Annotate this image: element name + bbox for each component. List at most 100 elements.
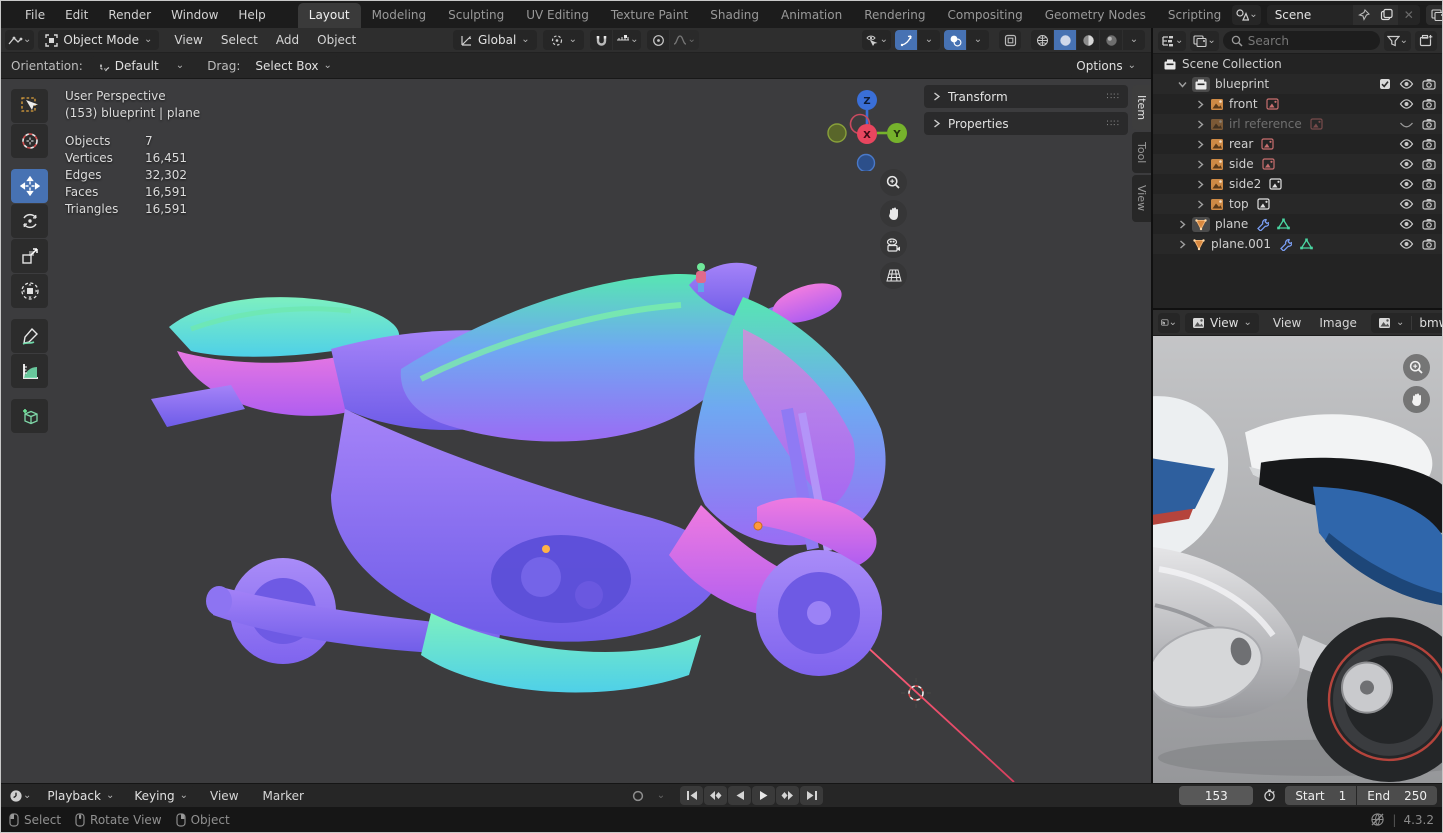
outliner-item-top[interactable]: top xyxy=(1153,194,1442,214)
topbar-menu-edit[interactable]: Edit xyxy=(55,5,98,25)
mode-selector[interactable]: Object Mode xyxy=(38,30,160,50)
measure-tool[interactable] xyxy=(11,354,48,388)
chevron-right-icon[interactable] xyxy=(1195,99,1206,110)
pivot-point-selector[interactable] xyxy=(542,30,585,50)
next-keyframe-button[interactable] xyxy=(776,786,799,805)
workspace-tab-scripting[interactable]: Scripting xyxy=(1157,3,1232,28)
xray-toggle[interactable] xyxy=(999,30,1021,50)
chevron-down-icon[interactable] xyxy=(1177,79,1188,90)
eye-open-icon[interactable] xyxy=(1399,218,1414,230)
gizmo-dropdown[interactable] xyxy=(918,30,940,50)
cursor-tool[interactable] xyxy=(11,124,48,158)
workspace-tab-modeling[interactable]: Modeling xyxy=(361,3,438,28)
move-tool[interactable] xyxy=(11,169,48,203)
keying-menu[interactable]: Keying xyxy=(127,785,196,806)
transform-orientation-selector[interactable]: Global xyxy=(453,30,537,50)
collection-checkbox[interactable] xyxy=(1379,78,1391,90)
outliner-item-blueprint[interactable]: blueprint xyxy=(1153,74,1442,94)
shading-rendered-button[interactable] xyxy=(1100,30,1122,50)
zoom-button[interactable] xyxy=(1403,354,1430,381)
timeline-view-menu[interactable]: View xyxy=(201,786,247,806)
outliner-item-front[interactable]: front xyxy=(1153,94,1442,114)
new-collection-button[interactable] xyxy=(1415,30,1437,51)
editor-type-button[interactable] xyxy=(5,30,35,50)
panel-drag-handle[interactable]: ∷∷ xyxy=(1107,92,1120,102)
timeline-marker-menu[interactable]: Marker xyxy=(254,786,313,806)
workspace-tab-texture-paint[interactable]: Texture Paint xyxy=(600,3,699,28)
snap-toggle[interactable] xyxy=(590,30,613,50)
workspace-tab-shading[interactable]: Shading xyxy=(699,3,770,28)
pan-button[interactable] xyxy=(1403,386,1430,413)
image-mode-selector[interactable]: View xyxy=(1185,312,1259,333)
previous-keyframe-button[interactable] xyxy=(704,786,727,805)
camera-visibility-icon[interactable] xyxy=(1422,98,1436,110)
start-frame-field[interactable]: Start 1 xyxy=(1285,786,1357,805)
timeline-editor-type-button[interactable] xyxy=(6,785,35,806)
chevron-right-icon[interactable] xyxy=(1177,239,1188,250)
workspace-tab-sculpting[interactable]: Sculpting xyxy=(437,3,515,28)
jump-to-end-button[interactable] xyxy=(800,786,823,805)
workspace-tab-animation[interactable]: Animation xyxy=(770,3,853,28)
workspace-tab-rendering[interactable]: Rendering xyxy=(853,3,936,28)
eye-open-icon[interactable] xyxy=(1399,98,1414,110)
image-editor-menu-image[interactable]: Image xyxy=(1310,313,1366,333)
scene-name[interactable]: Scene xyxy=(1267,8,1353,22)
properties-panel-header[interactable]: Properties ∷∷ xyxy=(924,112,1128,135)
jump-to-start-button[interactable] xyxy=(680,786,703,805)
pin-icon[interactable] xyxy=(1352,4,1375,25)
eye-open-icon[interactable] xyxy=(1399,238,1414,250)
topbar-menu-render[interactable]: Render xyxy=(98,5,161,25)
chevron-right-icon[interactable] xyxy=(1195,199,1206,210)
add-cube-tool[interactable] xyxy=(11,399,48,433)
workspace-tab-uv-editing[interactable]: UV Editing xyxy=(515,3,600,28)
topbar-menu-file[interactable]: File xyxy=(15,5,55,25)
chevron-right-icon[interactable] xyxy=(1195,119,1206,130)
workspace-tab-compositing[interactable]: Compositing xyxy=(936,3,1033,28)
pan-button[interactable] xyxy=(880,200,907,227)
annotate-tool[interactable] xyxy=(11,319,48,353)
use-preview-range-toggle[interactable] xyxy=(1258,786,1281,805)
transform-panel-header[interactable]: Transform ∷∷ xyxy=(924,85,1128,108)
chevron-right-icon[interactable] xyxy=(1177,219,1188,230)
unlink-scene-icon[interactable]: ✕ xyxy=(1398,8,1420,22)
viewport-menu-object[interactable]: Object xyxy=(308,30,365,50)
workspace-tab-layout[interactable]: Layout xyxy=(297,3,361,28)
viewport-menu-select[interactable]: Select xyxy=(212,30,267,50)
shading-dropdown[interactable] xyxy=(1123,30,1145,50)
outliner-item-plane[interactable]: plane xyxy=(1153,214,1442,234)
viewport-menu-add[interactable]: Add xyxy=(267,30,308,50)
shading-material-button[interactable] xyxy=(1077,30,1099,50)
overlays-dropdown[interactable] xyxy=(967,30,989,50)
play-button[interactable] xyxy=(752,786,775,805)
npanel-tab-view[interactable]: View xyxy=(1132,175,1151,222)
filter-button[interactable] xyxy=(1383,30,1411,51)
rotate-tool[interactable] xyxy=(11,204,48,238)
chevron-right-icon[interactable] xyxy=(1195,179,1206,190)
camera-visibility-icon[interactable] xyxy=(1422,138,1436,150)
drag-setting-selector[interactable]: Select Box xyxy=(248,55,339,76)
panel-drag-handle[interactable]: ∷∷ xyxy=(1107,119,1120,129)
show-gizmo-toggle[interactable] xyxy=(895,30,917,50)
topbar-menu-help[interactable]: Help xyxy=(228,5,275,25)
scene-icon[interactable] xyxy=(1232,4,1261,25)
shading-wireframe-button[interactable] xyxy=(1031,30,1053,50)
npanel-tab-tool[interactable]: Tool xyxy=(1132,132,1151,174)
outliner-item-scene-collection[interactable]: Scene Collection xyxy=(1153,54,1442,74)
camera-visibility-icon[interactable] xyxy=(1422,178,1436,190)
scale-tool[interactable] xyxy=(11,239,48,273)
viewlayer-icon[interactable] xyxy=(1425,4,1442,25)
orientation-setting-selector[interactable]: Default xyxy=(90,55,192,76)
select-box-tool[interactable] xyxy=(11,89,48,123)
camera-visibility-icon[interactable] xyxy=(1422,198,1436,210)
outliner-item-irl-reference[interactable]: irl reference xyxy=(1153,114,1442,134)
workspace-tab-geometry-nodes[interactable]: Geometry Nodes xyxy=(1034,3,1157,28)
play-reverse-button[interactable] xyxy=(728,786,751,805)
options-button[interactable]: Options xyxy=(1069,55,1143,76)
camera-visibility-icon[interactable] xyxy=(1422,158,1436,170)
camera-visibility-icon[interactable] xyxy=(1422,218,1436,230)
end-frame-field[interactable]: End 250 xyxy=(1357,786,1437,805)
shading-solid-button[interactable] xyxy=(1054,30,1076,50)
auto-keying-toggle[interactable] xyxy=(627,786,649,805)
navigation-gizmo[interactable]: Z Y X xyxy=(827,87,907,171)
keying-set-dropdown[interactable] xyxy=(650,786,672,805)
